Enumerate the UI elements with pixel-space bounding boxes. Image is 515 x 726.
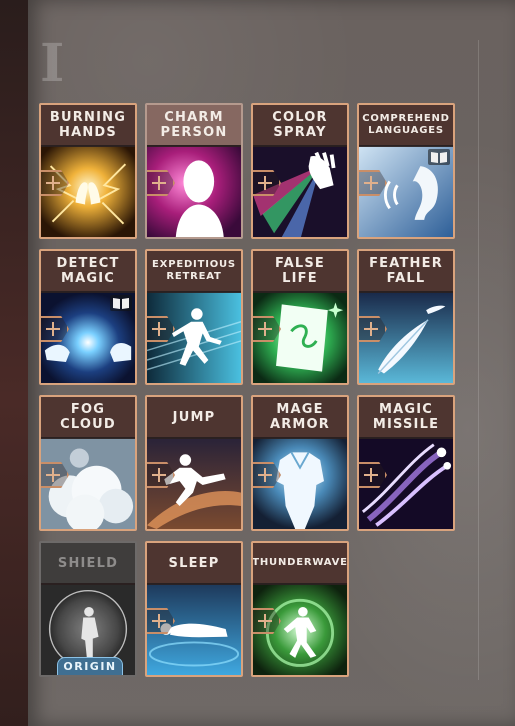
spell-title: CHARM PERSON — [147, 105, 241, 145]
spell-title: SHIELD — [41, 543, 135, 583]
book-icon — [110, 295, 132, 311]
spell-card-mage-armor[interactable]: MAGE ARMOR — [251, 395, 349, 531]
spell-level-numeral: I — [40, 33, 65, 94]
spell-card-magic-missile[interactable]: MAGIC MISSILE — [357, 395, 455, 531]
spell-card-false-life[interactable]: FALSE LIFE — [251, 249, 349, 385]
book-icon — [428, 149, 450, 165]
spell-card-comprehend-languages[interactable]: COMPREHEND LANGUAGES — [357, 103, 455, 239]
spell-card-color-spray[interactable]: COLOR SPRAY — [251, 103, 349, 239]
spell-title: MAGE ARMOR — [253, 397, 347, 437]
spell-title: JUMP — [147, 397, 241, 437]
spell-card-shield[interactable]: SHIELD ORIGIN — [39, 541, 137, 677]
spell-title: DETECT MAGIC — [41, 251, 135, 291]
spell-card-burning-hands[interactable]: BURNING HANDS — [39, 103, 137, 239]
spell-card-thunderwave[interactable]: THUNDERWAVE — [251, 541, 349, 677]
panel-divider — [478, 40, 479, 680]
spell-card-expeditious-retreat[interactable]: EXPEDITIOUS RETREAT — [145, 249, 243, 385]
spell-card-jump[interactable]: JUMP — [145, 395, 243, 531]
spell-title: SLEEP — [147, 543, 241, 583]
spell-card-sleep[interactable]: SLEEP — [145, 541, 243, 677]
spell-title: THUNDERWAVE — [253, 543, 347, 583]
spell-title: MAGIC MISSILE — [359, 397, 453, 437]
spell-title: EXPEDITIOUS RETREAT — [147, 251, 241, 291]
spell-card-charm-person[interactable]: CHARM PERSON — [145, 103, 243, 239]
window-edge — [0, 0, 28, 726]
spell-title: COLOR SPRAY — [253, 105, 347, 145]
spell-title: COMPREHEND LANGUAGES — [359, 105, 453, 145]
spell-title: FOG CLOUD — [41, 397, 135, 437]
spell-title: FEATHER FALL — [359, 251, 453, 291]
spell-card-feather-fall[interactable]: FEATHER FALL — [357, 249, 455, 385]
spell-title: FALSE LIFE — [253, 251, 347, 291]
spell-card-fog-cloud[interactable]: FOG CLOUD — [39, 395, 137, 531]
spell-card-detect-magic[interactable]: DETECT MAGIC — [39, 249, 137, 385]
spell-title: BURNING HANDS — [41, 105, 135, 145]
origin-tag: ORIGIN — [57, 657, 123, 675]
